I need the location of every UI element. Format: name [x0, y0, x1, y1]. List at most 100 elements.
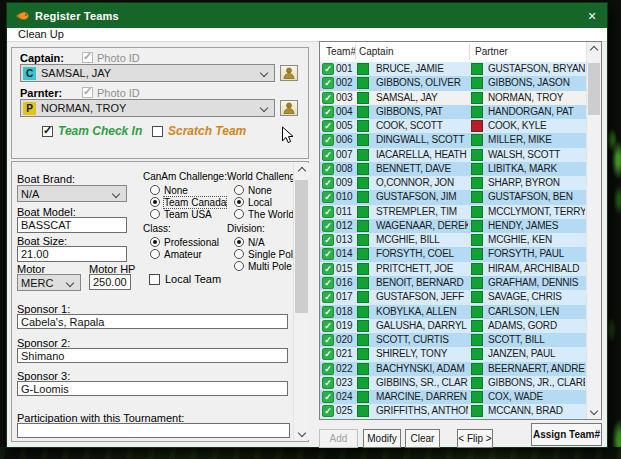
captain-person-button[interactable]: [280, 65, 298, 81]
captain-photo-id-checkbox[interactable]: [82, 52, 93, 63]
local-team-checkbox[interactable]: [149, 274, 160, 285]
checked-in-icon[interactable]: ✓: [322, 120, 334, 132]
checked-in-icon[interactable]: ✓: [322, 191, 334, 203]
scrollbar-thumb[interactable]: [588, 63, 600, 115]
checked-in-icon[interactable]: ✓: [322, 277, 334, 289]
chevron-down-icon[interactable]: [260, 69, 268, 77]
scratch-team-checkbox[interactable]: [152, 126, 163, 137]
checked-in-icon[interactable]: ✓: [322, 234, 334, 246]
team-row-002[interactable]: ✓002GIBBONS, OLIVERGIBBONS, JASON: [320, 76, 586, 90]
team-row-017[interactable]: ✓017GUSTAFSON, JEFFSAVAGE, CHRIS: [320, 290, 586, 304]
sponsor-3-input[interactable]: G-Loomis: [17, 381, 288, 396]
boat-size-input[interactable]: 21.00: [17, 246, 127, 262]
checked-in-icon[interactable]: ✓: [322, 320, 334, 332]
radio-division-single-pole[interactable]: Single Pole: [234, 248, 299, 260]
team-row-021[interactable]: ✓021SHIRELY, TONYJANZEN, PAUL: [320, 347, 586, 361]
checked-in-icon[interactable]: ✓: [322, 363, 334, 375]
team-row-004[interactable]: ✓004GIBBONS, PATHANDORGAN, PAT: [320, 105, 586, 119]
checked-in-icon[interactable]: ✓: [322, 334, 334, 346]
checked-in-icon[interactable]: ✓: [322, 263, 334, 275]
scroll-down-arrow[interactable]: [587, 403, 601, 418]
checked-in-icon[interactable]: ✓: [322, 348, 334, 360]
checked-in-icon[interactable]: ✓: [322, 106, 334, 118]
motor-hp-input[interactable]: 250.00: [89, 274, 131, 290]
team-row-023[interactable]: ✓023GIBBINS, SR., CLARE...GIBBONS, JR., …: [320, 376, 586, 390]
boat-brand-combobox[interactable]: N/A: [17, 185, 127, 202]
table-scrollbar[interactable]: [586, 42, 601, 419]
team-row-015[interactable]: ✓015PRITCHETT, JOEHIRAM, ARCHIBALD: [320, 262, 586, 276]
col-captain[interactable]: Captain: [359, 42, 393, 62]
checked-in-icon[interactable]: ✓: [322, 391, 334, 403]
details-scrollbar[interactable]: [293, 163, 309, 440]
team-row-013[interactable]: ✓013MCGHIE, BILLMCGHIE, KEN: [320, 233, 586, 247]
team-row-011[interactable]: ✓011STREMPLER, TIMMCCLYMONT, TERRY: [320, 205, 586, 219]
team-row-009[interactable]: ✓009O,CONNOR, JONSHARP, BYRON: [320, 176, 586, 190]
team-row-005[interactable]: ✓005COOK, SCOTTCOOK, KYLE: [320, 119, 586, 133]
titlebar[interactable]: Register Teams ×: [7, 3, 607, 28]
assign-team-button[interactable]: Assign Team#: [531, 423, 602, 446]
checked-in-icon[interactable]: ✓: [322, 306, 334, 318]
boat-model-input[interactable]: BASSCAT: [17, 217, 127, 233]
checked-in-icon[interactable]: ✓: [322, 149, 334, 161]
scroll-up-arrow[interactable]: [587, 42, 601, 57]
team-row-025[interactable]: ✓025GRIFFITHS, ANTHONYMCCANN, BRAD: [320, 404, 586, 418]
checked-in-icon[interactable]: ✓: [322, 77, 334, 89]
partner-combobox[interactable]: P NORMAN, TROY: [20, 99, 275, 117]
team-row-007[interactable]: ✓007IACARELLA, HEATHWALSH, SCOTT: [320, 148, 586, 162]
col-partner[interactable]: Partner: [475, 42, 508, 62]
scroll-up-arrow[interactable]: [294, 163, 309, 178]
checked-in-icon[interactable]: ✓: [322, 377, 334, 389]
partner-photo-id-checkbox[interactable]: [82, 87, 93, 98]
motor-combobox[interactable]: MERC: [17, 274, 81, 291]
radio-division-multi-pole[interactable]: Multi Pole: [234, 260, 299, 272]
team-row-018[interactable]: ✓018KOBYLKA, ALLENCARLSON, LEN: [320, 305, 586, 319]
team-row-022[interactable]: ✓022BACHYNSKI, ADAMBEERNAERT, ANDREW: [320, 362, 586, 376]
team-row-012[interactable]: ✓012WAGENAAR, DEREKHENDY, JAMES: [320, 219, 586, 233]
team-row-019[interactable]: ✓019GALUSHA, DARRYLADAMS, GORD: [320, 319, 586, 333]
checked-in-icon[interactable]: ✓: [322, 134, 334, 146]
checked-in-icon[interactable]: ✓: [322, 63, 334, 75]
clear-button[interactable]: Clear: [405, 429, 440, 448]
checked-in-icon[interactable]: ✓: [322, 220, 334, 232]
checked-in-icon[interactable]: ✓: [322, 163, 334, 175]
chevron-down-icon[interactable]: [260, 104, 268, 112]
team-row-003[interactable]: ✓003SAMSAL, JAYNORMAN, TROY: [320, 91, 586, 105]
add-button[interactable]: Add: [319, 429, 358, 448]
radio-canam-none[interactable]: None: [150, 184, 227, 196]
partner-status-square: [471, 234, 483, 246]
team-row-010[interactable]: ✓010GUSTAFSON, JIMGUSTAFSON, BEN: [320, 190, 586, 204]
flip-button[interactable]: < Flip >: [457, 429, 493, 448]
team-row-001[interactable]: ✓001BRUCE, JAMIEGUSTAFSON, BRYAN: [320, 62, 586, 76]
checked-in-icon[interactable]: ✓: [322, 291, 334, 303]
close-button[interactable]: ×: [577, 3, 607, 28]
team-check-in-checkbox[interactable]: [42, 126, 53, 137]
team-row-014[interactable]: ✓014FORSYTH, COELFORSYTH, PAUL: [320, 247, 586, 261]
radio-canam-team-usa[interactable]: Team USA: [150, 208, 227, 220]
participation-input[interactable]: [17, 423, 290, 438]
radio-class-amateur[interactable]: Amateur: [150, 248, 219, 260]
partner-person-button[interactable]: [280, 100, 298, 116]
sponsor-2-input[interactable]: Shimano: [17, 348, 288, 363]
checked-in-icon[interactable]: ✓: [322, 177, 334, 189]
scrollbar-thumb[interactable]: [295, 180, 308, 313]
team-row-024[interactable]: ✓024MARCINE, DARRENCOX, WADE: [320, 390, 586, 404]
radio-class-professional[interactable]: Professional: [150, 236, 219, 248]
scroll-down-arrow[interactable]: [294, 425, 309, 440]
checked-in-icon[interactable]: ✓: [322, 248, 334, 260]
team-row-006[interactable]: ✓006DINGWALL, SCOTTMILLER, MIKE: [320, 133, 586, 147]
col-team[interactable]: Team#: [326, 42, 356, 62]
team-row-020[interactable]: ✓020SCOTT, CURTISSCOTT, BILL: [320, 333, 586, 347]
checked-in-icon[interactable]: ✓: [322, 92, 334, 104]
team-row-008[interactable]: ✓008BENNETT, DAVELIBITKA, MARK: [320, 162, 586, 176]
radio-division-n-a[interactable]: N/A: [234, 236, 299, 248]
checked-in-icon[interactable]: ✓: [322, 206, 334, 218]
menu-clean-up[interactable]: Clean Up: [18, 28, 64, 42]
team-row-016[interactable]: ✓016BENOIT, BERNARDGRAFHAM, DENNIS: [320, 276, 586, 290]
captain-combobox[interactable]: C SAMSAL, JAY: [20, 64, 275, 82]
chevron-down-icon[interactable]: [112, 190, 120, 198]
modify-button[interactable]: Modify: [363, 429, 401, 448]
sponsor-1-input[interactable]: Cabela's, Rapala: [17, 314, 288, 329]
checked-in-icon[interactable]: ✓: [322, 405, 334, 417]
radio-canam-team-canada[interactable]: Team Canada: [150, 196, 227, 208]
chevron-down-icon[interactable]: [66, 279, 74, 287]
